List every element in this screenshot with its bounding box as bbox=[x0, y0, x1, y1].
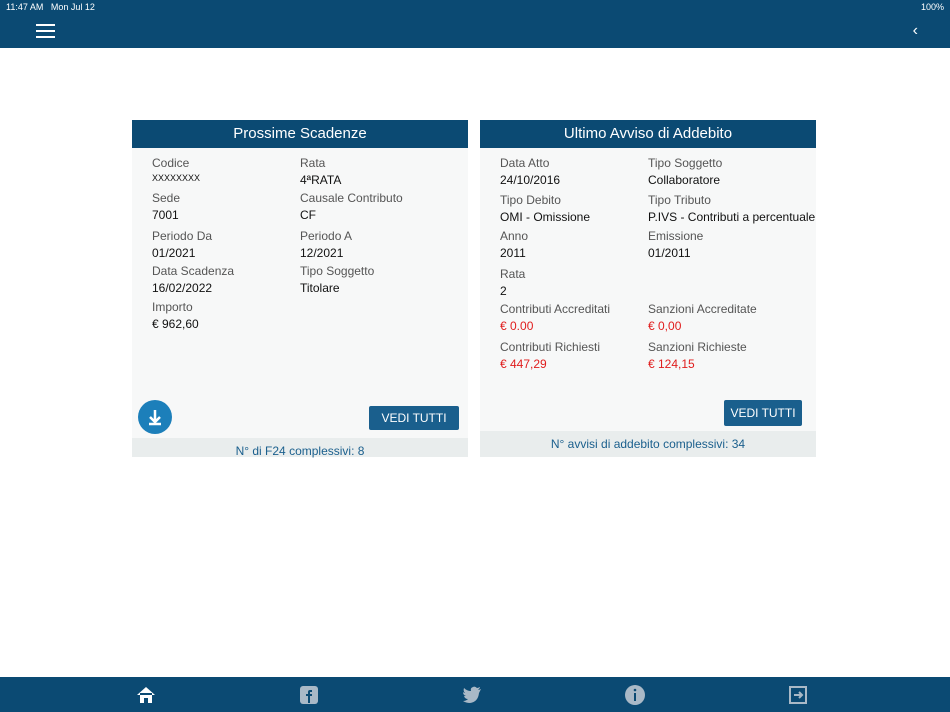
value-rata: 2 bbox=[500, 284, 507, 298]
card-ultimo-avviso: Ultimo Avviso di Addebito Data Atto 24/1… bbox=[480, 120, 816, 457]
label-data-scadenza: Data Scadenza bbox=[152, 264, 235, 278]
vedi-tutti-avvisi-button[interactable]: VEDI TUTTI bbox=[724, 400, 802, 426]
value-contributi-accreditati: € 0.00 bbox=[500, 319, 534, 333]
facebook-icon[interactable] bbox=[298, 684, 320, 706]
download-button[interactable] bbox=[138, 400, 172, 434]
value-sede: 7001 bbox=[152, 208, 179, 222]
label-data-atto: Data Atto bbox=[500, 156, 550, 170]
f24-total: N° di F24 complessivi: 8 bbox=[132, 438, 468, 458]
card-prossime-scadenze: Prossime Scadenze Codice XXXXXXXX Rata 4… bbox=[132, 120, 468, 458]
status-battery: 100% bbox=[920, 2, 944, 12]
label-rata: Rata bbox=[500, 267, 526, 281]
vedi-tutti-f24-button[interactable]: VEDI TUTTI bbox=[369, 406, 459, 430]
value-data-atto: 24/10/2016 bbox=[500, 173, 561, 187]
logout-icon[interactable] bbox=[787, 684, 809, 706]
back-chevron-icon[interactable]: ‹ bbox=[913, 22, 918, 40]
twitter-icon[interactable] bbox=[461, 684, 483, 706]
label-sede: Sede bbox=[152, 191, 181, 205]
label-codice: Codice bbox=[152, 156, 190, 170]
card-title: Prossime Scadenze bbox=[132, 120, 468, 148]
value-tipo-soggetto: Collaboratore bbox=[648, 173, 721, 187]
value-causale: CF bbox=[300, 208, 316, 222]
label-tipo-debito: Tipo Debito bbox=[500, 193, 561, 207]
value-anno: 2011 bbox=[500, 246, 526, 260]
value-rata: 4ªRATA bbox=[300, 173, 342, 187]
menu-icon[interactable] bbox=[36, 24, 55, 42]
label-contributi-richiesti: Contributi Richiesti bbox=[500, 340, 601, 354]
value-emissione: 01/2011 bbox=[648, 246, 691, 260]
download-icon bbox=[149, 410, 161, 426]
value-tipo-soggetto: Titolare bbox=[300, 281, 340, 295]
card-title: Ultimo Avviso di Addebito bbox=[480, 120, 816, 148]
value-data-scadenza: 16/02/2022 bbox=[152, 281, 213, 295]
top-bar: 11:47 AM Mon Jul 12 100% ‹ bbox=[0, 0, 950, 48]
label-sanzioni-accreditate: Sanzioni Accreditate bbox=[648, 302, 757, 316]
home-icon[interactable] bbox=[135, 684, 157, 706]
value-periodo-a: 12/2021 bbox=[300, 246, 344, 260]
value-sanzioni-richieste: € 124,15 bbox=[648, 357, 695, 371]
value-sanzioni-accreditate: € 0,00 bbox=[648, 319, 682, 333]
label-emissione: Emissione bbox=[648, 229, 704, 243]
info-icon[interactable] bbox=[624, 684, 646, 706]
value-tipo-debito: OMI - Omissione bbox=[500, 210, 591, 224]
value-contributi-richiesti: € 447,29 bbox=[500, 357, 547, 371]
label-periodo-da: Periodo Da bbox=[152, 229, 213, 243]
label-tipo-soggetto: Tipo Soggetto bbox=[648, 156, 723, 170]
label-contributi-accreditati: Contributi Accreditati bbox=[500, 302, 611, 316]
label-periodo-a: Periodo A bbox=[300, 229, 353, 243]
value-tipo-tributo: P.IVS - Contributi a percentuale bbox=[648, 210, 816, 224]
label-rata: Rata bbox=[300, 156, 326, 170]
label-tipo-soggetto: Tipo Soggetto bbox=[300, 264, 375, 278]
label-tipo-tributo: Tipo Tributo bbox=[648, 193, 711, 207]
label-anno: Anno bbox=[500, 229, 529, 243]
label-importo: Importo bbox=[152, 300, 193, 314]
value-periodo-da: 01/2021 bbox=[152, 246, 196, 260]
avvisi-total: N° avvisi di addebito complessivi: 34 bbox=[480, 431, 816, 457]
label-sanzioni-richieste: Sanzioni Richieste bbox=[648, 340, 747, 354]
value-importo: € 962,60 bbox=[152, 317, 199, 331]
value-codice: XXXXXXXX bbox=[152, 173, 201, 183]
label-causale: Causale Contributo bbox=[300, 191, 403, 205]
status-time: 11:47 AM Mon Jul 12 bbox=[6, 2, 95, 12]
bottom-tab-bar bbox=[0, 677, 950, 712]
